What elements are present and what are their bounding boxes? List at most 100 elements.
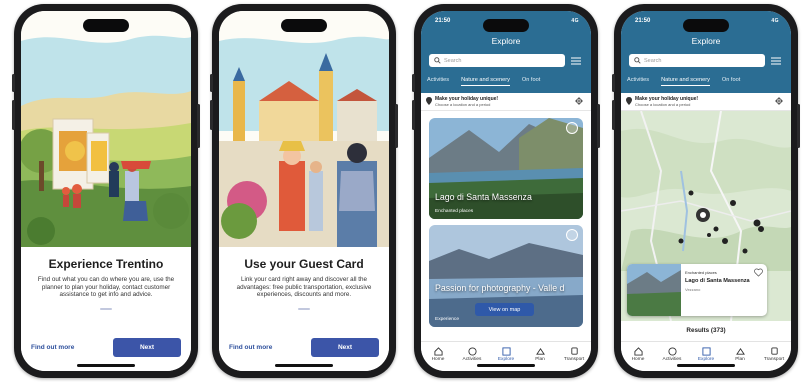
plan-icon — [535, 347, 545, 355]
card-title: Passion for photography - Valle d — [435, 283, 565, 293]
tab-label: Explore — [497, 357, 515, 362]
illustration-guest-card — [219, 11, 389, 247]
results-count[interactable]: Results (373) — [621, 321, 791, 341]
home-indicator — [677, 364, 735, 367]
favorite-heart-icon[interactable] — [754, 268, 763, 277]
tab-explore[interactable]: Explore — [491, 347, 521, 371]
card-image-lake — [429, 118, 583, 219]
explore-map-screen: 21:50 4G Explore Search Activities Natur… — [621, 11, 791, 371]
illustration-experience — [21, 11, 191, 247]
search-input[interactable]: Search — [429, 54, 565, 67]
status-time: 21:50 — [435, 18, 451, 24]
tab-label: Home — [431, 357, 445, 362]
tab-activities[interactable]: Activities — [657, 347, 687, 371]
onboarding-title: Experience Trentino — [48, 257, 164, 271]
location-period-selector[interactable]: Make your holiday unique! Choose a locat… — [621, 93, 791, 111]
tab-label: Transport — [763, 357, 785, 362]
phone-frame-onboarding-2: Use your Guest Card Link your card right… — [210, 4, 398, 378]
tab-on-foot[interactable]: On foot — [722, 77, 740, 86]
page-title: Explore — [691, 36, 721, 46]
tab-label: Plan — [535, 357, 545, 362]
tab-explore[interactable]: Explore — [691, 347, 721, 371]
dynamic-island — [83, 19, 129, 32]
search-icon — [434, 57, 441, 64]
poi-card[interactable]: Enchanted places Lago di Santa Massenza … — [627, 264, 767, 316]
list-item[interactable]: Lago di Santa Massenza Enchanted places — [429, 118, 583, 219]
locate-me-icon[interactable] — [775, 97, 783, 105]
onboarding-actions: Find out more Next — [219, 338, 389, 357]
location-subtitle: Choose a location and a period — [635, 102, 691, 107]
locate-me-icon[interactable] — [575, 97, 583, 105]
next-button[interactable]: Next — [113, 338, 181, 357]
home-indicator — [275, 364, 333, 367]
category-tabs: Activities Nature and scenery On foot — [421, 77, 591, 86]
phone-frame-onboarding-1: Experience Trentino Find out what you ca… — [12, 4, 200, 378]
poi-location: Vezzano — [685, 287, 701, 292]
tab-plan[interactable]: Plan — [725, 347, 755, 371]
home-indicator — [477, 364, 535, 367]
explore-list-screen: 21:50 4G Explore Search Activities Natur… — [421, 11, 591, 371]
transport-icon — [770, 347, 778, 355]
find-out-more-link[interactable]: Find out more — [229, 344, 272, 351]
page-indicator — [100, 307, 112, 310]
tab-on-foot[interactable]: On foot — [522, 77, 540, 86]
card-category: Enchanted places — [435, 209, 474, 214]
onboarding-description: Find out what you can do where you are, … — [37, 276, 175, 299]
tab-label: Home — [631, 357, 645, 362]
home-indicator — [77, 364, 135, 367]
list-item[interactable]: Passion for photography - Valle d View o… — [429, 225, 583, 327]
tab-label: Explore — [697, 357, 715, 362]
tab-plan[interactable]: Plan — [525, 347, 555, 371]
view-on-map-button[interactable]: View on map — [475, 303, 534, 316]
tab-activities[interactable]: Activities — [457, 347, 487, 371]
onboarding-description: Link your card right away and discover a… — [236, 276, 372, 299]
tab-label: Plan — [735, 357, 745, 362]
explore-icon — [701, 347, 711, 356]
favorite-heart-icon[interactable] — [566, 122, 578, 134]
map-view[interactable]: Enchanted places Lago di Santa Massenza … — [621, 111, 791, 341]
status-signal: 4G — [771, 18, 779, 24]
favorite-heart-icon[interactable] — [566, 229, 578, 241]
tab-transport[interactable]: Transport — [759, 347, 789, 371]
poi-thumbnail — [627, 264, 681, 316]
search-icon — [634, 57, 641, 64]
filter-icon[interactable] — [770, 56, 782, 66]
find-out-more-link[interactable]: Find out more — [31, 344, 74, 351]
filter-icon[interactable] — [570, 56, 582, 66]
tab-nature-and-scenery[interactable]: Nature and scenery — [461, 77, 510, 86]
phone-frame-explore-map: 21:50 4G Explore Search Activities Natur… — [612, 4, 800, 378]
onboarding-screen-2: Use your Guest Card Link your card right… — [219, 11, 389, 371]
tab-activities[interactable]: Activities — [627, 77, 649, 86]
search-placeholder: Search — [444, 57, 462, 64]
search-placeholder: Search — [644, 57, 662, 64]
search-input[interactable]: Search — [629, 54, 765, 67]
location-pin-icon — [626, 97, 632, 105]
tab-nature-and-scenery[interactable]: Nature and scenery — [661, 77, 710, 86]
activities-icon — [467, 347, 477, 356]
tab-home[interactable]: Home — [423, 347, 453, 371]
app-showcase: Experience Trentino Find out what you ca… — [0, 0, 809, 382]
onboarding-actions: Find out more Next — [21, 338, 191, 357]
dynamic-island — [281, 19, 327, 32]
location-period-selector[interactable]: Make your holiday unique! Choose a locat… — [421, 93, 591, 111]
tab-transport[interactable]: Transport — [559, 347, 589, 371]
plan-icon — [735, 347, 745, 355]
page-indicator — [298, 307, 310, 310]
transport-icon — [570, 347, 578, 355]
onboarding-title: Use your Guest Card — [244, 257, 364, 271]
card-title: Lago di Santa Massenza — [435, 192, 532, 202]
card-category: Experience — [435, 317, 459, 322]
phone-frame-explore-list: 21:50 4G Explore Search Activities Natur… — [412, 4, 600, 378]
tab-activities[interactable]: Activities — [427, 77, 449, 86]
home-icon — [433, 347, 443, 356]
onboarding-screen-1: Experience Trentino Find out what you ca… — [21, 11, 191, 371]
category-tabs: Activities Nature and scenery On foot — [621, 77, 791, 86]
activities-icon — [667, 347, 677, 356]
dynamic-island — [483, 19, 529, 32]
status-signal: 4G — [571, 18, 579, 24]
tab-label: Activities — [462, 357, 482, 362]
tab-label: Activities — [662, 357, 682, 362]
status-time: 21:50 — [635, 18, 651, 24]
tab-home[interactable]: Home — [623, 347, 653, 371]
next-button[interactable]: Next — [311, 338, 379, 357]
